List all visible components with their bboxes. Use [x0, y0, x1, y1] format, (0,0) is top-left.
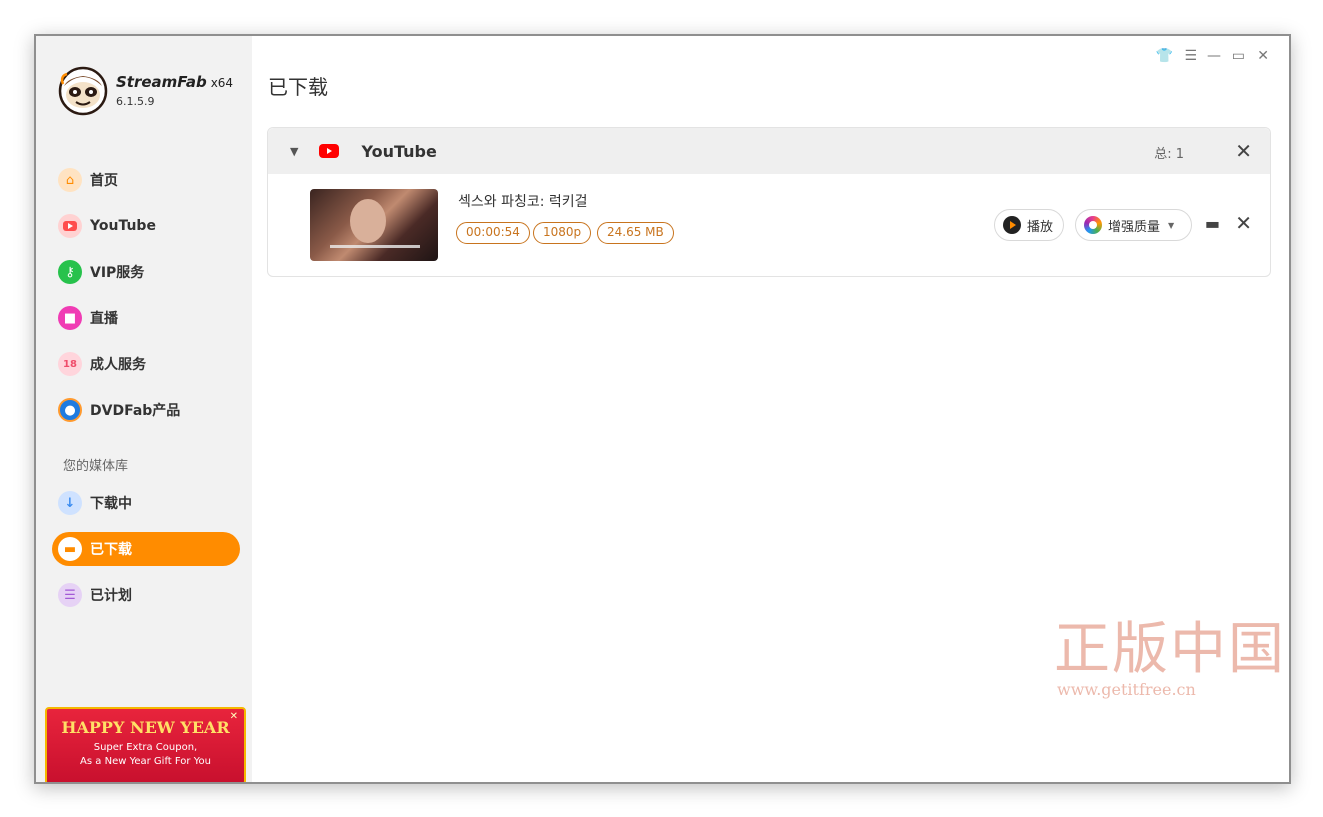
- folder-icon: ▬: [58, 537, 82, 561]
- watermark-text: 正版中国: [1054, 617, 1286, 682]
- skin-icon[interactable]: 👕: [1156, 48, 1173, 64]
- home-icon: ⌂: [58, 168, 82, 192]
- group-total: 总: 1: [1154, 147, 1184, 162]
- promo-line1: Super Extra Coupon,: [93, 742, 198, 753]
- schedule-icon: ☰: [58, 583, 82, 607]
- sidebar-item-label: 下载中: [90, 496, 132, 512]
- group-close-icon[interactable]: ✕: [1235, 139, 1252, 163]
- watermark-url: www.getitfree.cn: [1057, 680, 1196, 699]
- enhance-icon: [1084, 216, 1102, 234]
- group-header: ▼ YouTube 总: 1 ✕: [268, 128, 1270, 174]
- streamfab-logo: [58, 66, 108, 116]
- key-icon: ⚷: [58, 260, 82, 284]
- maximize-icon[interactable]: ▭: [1232, 48, 1245, 64]
- promo-close-icon[interactable]: ✕: [230, 711, 238, 722]
- size-badge: 24.65 MB: [597, 222, 674, 244]
- group-title: YouTube: [361, 141, 437, 161]
- sidebar-item-label: YouTube: [90, 218, 156, 234]
- play-button[interactable]: 播放: [994, 209, 1064, 241]
- chevron-down-icon[interactable]: ▼: [1168, 221, 1174, 230]
- sidebar: StreamFab x64 6.1.5.9 ⌂ 首页 YouTube ⚷ VIP服…: [36, 36, 252, 782]
- sidebar-item-label: 已计划: [90, 588, 132, 604]
- app-name: StreamFab: [116, 73, 207, 91]
- youtube-icon: [58, 214, 82, 238]
- sidebar-item-live[interactable]: ■ 直播: [52, 301, 240, 335]
- app-arch: x64: [210, 76, 234, 90]
- app-brand: StreamFab x64: [116, 73, 233, 91]
- resolution-badge: 1080p: [533, 222, 592, 244]
- play-label: 播放: [1027, 219, 1054, 235]
- youtube-icon: [319, 144, 340, 158]
- sidebar-item-label: 成人服务: [90, 357, 146, 373]
- list-item: 섹스와 파칭코: 럭키걸 00:00:54 1080p 24.65 MB 播放 …: [268, 174, 1270, 275]
- play-icon: [1003, 216, 1021, 234]
- sidebar-item-scheduled[interactable]: ☰ 已计划: [52, 578, 240, 612]
- sidebar-item-downloaded[interactable]: ▬ 已下载: [52, 532, 240, 566]
- video-thumbnail[interactable]: [310, 189, 438, 261]
- duration-badge: 00:00:54: [456, 222, 530, 244]
- download-icon: ↓: [58, 491, 82, 515]
- adult-icon: 18: [58, 352, 82, 376]
- enhance-label: 增强质量: [1108, 219, 1161, 235]
- live-camera-icon: ■: [58, 306, 82, 330]
- sidebar-item-label: VIP服务: [90, 265, 145, 281]
- sidebar-item-label: 直播: [90, 311, 118, 327]
- promo-title: HAPPY NEW YEAR: [61, 718, 230, 737]
- video-title: 섹스와 파칭코: 럭키걸: [458, 194, 588, 210]
- watermark: 正版中国 www.getitfree.cn: [1054, 617, 1286, 700]
- promo-banner[interactable]: ✕ HAPPY NEW YEAR Super Extra Coupon, As a…: [45, 707, 246, 782]
- page-title: 已下载: [268, 75, 328, 99]
- download-group: ▼ YouTube 总: 1 ✕ 섹스와 파칭코: 럭키걸 00:00:54 1…: [267, 127, 1271, 277]
- enhance-quality-button[interactable]: 增强质量 ▼: [1075, 209, 1192, 241]
- dvdfab-icon: ●: [58, 398, 82, 422]
- app-version: 6.1.5.9: [116, 95, 155, 108]
- sidebar-item-label: DVDFab产品: [90, 403, 181, 419]
- sidebar-item-home[interactable]: ⌂ 首页: [52, 163, 240, 197]
- remove-item-icon[interactable]: ✕: [1235, 211, 1252, 235]
- sidebar-item-label: 已下载: [90, 542, 132, 558]
- collapse-caret-icon[interactable]: ▼: [290, 145, 298, 158]
- sidebar-item-youtube[interactable]: YouTube: [52, 209, 240, 243]
- library-section-label: 您的媒体库: [63, 459, 129, 474]
- minimize-icon[interactable]: —: [1207, 48, 1221, 64]
- open-folder-icon[interactable]: ▬: [1205, 214, 1220, 233]
- sidebar-item-label: 首页: [90, 173, 118, 189]
- sidebar-item-adult[interactable]: 18 成人服务: [52, 347, 240, 381]
- sidebar-item-dvdfab[interactable]: ● DVDFab产品: [52, 393, 240, 427]
- menu-icon[interactable]: ☰: [1184, 48, 1197, 64]
- sidebar-item-downloading[interactable]: ↓ 下载中: [52, 486, 240, 520]
- close-icon[interactable]: ✕: [1257, 48, 1269, 64]
- promo-line2: As a New Year Gift For You: [80, 756, 211, 767]
- sidebar-item-vip[interactable]: ⚷ VIP服务: [52, 255, 240, 289]
